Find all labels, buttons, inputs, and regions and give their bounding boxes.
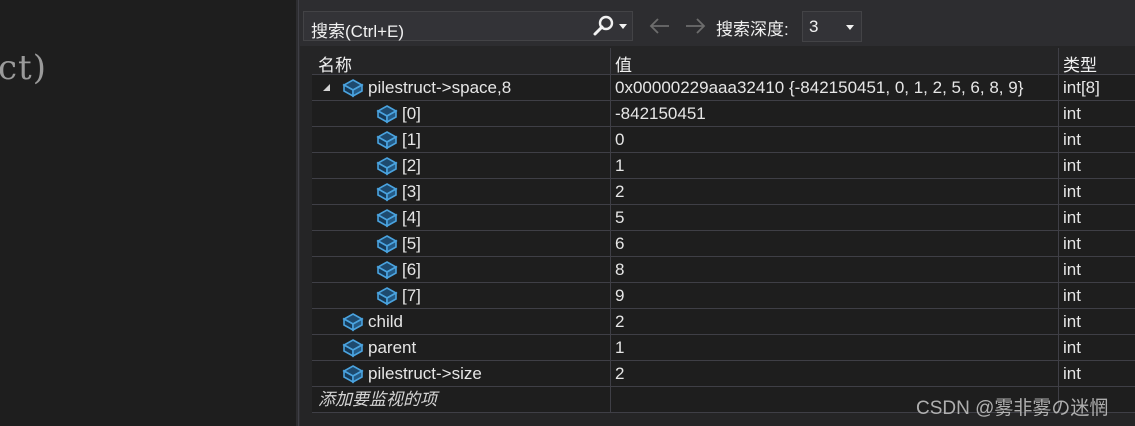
type-cell: int bbox=[1063, 234, 1081, 253]
variable-name: [2] bbox=[402, 156, 421, 175]
search-options-dropdown-icon[interactable] bbox=[618, 23, 628, 31]
grid-header: 名称 值 类型 bbox=[312, 48, 1135, 75]
watch-row[interactable]: [7] 9 int bbox=[312, 283, 1135, 309]
type-cell: int bbox=[1063, 104, 1081, 123]
value-cell[interactable]: 5 bbox=[615, 205, 1059, 230]
watch-row[interactable]: [1] 0 int bbox=[312, 127, 1135, 153]
value-cell[interactable]: 2 bbox=[615, 309, 1059, 334]
variable-icon bbox=[342, 338, 364, 358]
variable-name: [4] bbox=[402, 208, 421, 227]
value-cell[interactable]: 1 bbox=[615, 335, 1059, 360]
variable-name: [0] bbox=[402, 104, 421, 123]
type-cell: int bbox=[1063, 260, 1081, 279]
variable-name: [3] bbox=[402, 182, 421, 201]
name-cell: [0] bbox=[312, 101, 609, 126]
variable-icon bbox=[376, 208, 398, 228]
watch-row[interactable]: parent 1 int bbox=[312, 335, 1135, 361]
add-watch-placeholder[interactable]: 添加要监视的项 bbox=[318, 387, 437, 412]
name-cell: parent bbox=[312, 335, 609, 360]
variable-icon bbox=[342, 78, 364, 98]
watch-row[interactable]: child 2 int bbox=[312, 309, 1135, 335]
search-depth-select[interactable]: 3 bbox=[802, 11, 862, 42]
column-header-name[interactable]: 名称 bbox=[318, 51, 352, 76]
type-cell: int bbox=[1063, 338, 1081, 357]
search-depth-value: 3 bbox=[809, 17, 819, 36]
name-cell: pilestruct->size bbox=[312, 361, 609, 386]
variable-icon bbox=[376, 182, 398, 202]
watch-row[interactable]: pilestruct->space,8 0x00000229aaa32410 {-… bbox=[312, 75, 1135, 101]
name-cell: [4] bbox=[312, 205, 609, 230]
search-depth-label: 搜索深度: bbox=[716, 20, 789, 39]
name-cell: pilestruct->space,8 bbox=[312, 75, 609, 100]
watch-grid: 名称 值 类型 pilestruct->space,8 0x00000229aaa… bbox=[312, 48, 1135, 413]
variable-name: pilestruct->size bbox=[368, 364, 482, 383]
variable-icon bbox=[342, 364, 364, 384]
variable-icon bbox=[376, 104, 398, 124]
variable-name: [1] bbox=[402, 130, 421, 149]
type-cell: int bbox=[1063, 182, 1081, 201]
value-cell[interactable]: 6 bbox=[615, 231, 1059, 256]
search-box[interactable]: 搜索(Ctrl+E) bbox=[303, 11, 633, 41]
type-cell: int bbox=[1063, 130, 1081, 149]
value-cell[interactable]: 0 bbox=[615, 127, 1059, 152]
watch-row[interactable]: [2] 1 int bbox=[312, 153, 1135, 179]
type-cell: int bbox=[1063, 156, 1081, 175]
name-cell: [7] bbox=[312, 283, 609, 308]
value-cell[interactable]: 2 bbox=[615, 361, 1059, 386]
name-cell: [2] bbox=[312, 153, 609, 178]
variable-name: parent bbox=[368, 338, 417, 357]
watch-rows: pilestruct->space,8 0x00000229aaa32410 {-… bbox=[312, 75, 1135, 387]
variable-name: [7] bbox=[402, 286, 421, 305]
name-cell: [6] bbox=[312, 257, 609, 282]
arrow-right-icon[interactable] bbox=[683, 16, 707, 36]
value-cell[interactable]: 8 bbox=[615, 257, 1059, 282]
column-header-value[interactable]: 值 bbox=[615, 51, 632, 76]
watch-row[interactable]: [5] 6 int bbox=[312, 231, 1135, 257]
variable-name: [6] bbox=[402, 260, 421, 279]
name-cell: child bbox=[312, 309, 609, 334]
watermark: CSDN @雾非雾の迷惘 bbox=[916, 398, 1109, 419]
value-cell[interactable]: -842150451 bbox=[615, 101, 1059, 126]
variable-icon bbox=[376, 260, 398, 280]
watch-row[interactable]: [3] 2 int bbox=[312, 179, 1135, 205]
watch-row[interactable]: [4] 5 int bbox=[312, 205, 1135, 231]
search-icon[interactable] bbox=[592, 15, 616, 37]
variable-icon bbox=[376, 286, 398, 306]
watch-toolbar: 搜索(Ctrl+E) 搜索深度: 3 bbox=[300, 0, 1135, 46]
value-cell[interactable]: 2 bbox=[615, 179, 1059, 204]
type-cell: int bbox=[1063, 286, 1081, 305]
name-cell: [3] bbox=[312, 179, 609, 204]
code-fragment: ct) bbox=[0, 48, 47, 88]
watch-row[interactable]: [6] 8 int bbox=[312, 257, 1135, 283]
search-input[interactable]: 搜索(Ctrl+E) bbox=[311, 17, 404, 42]
collapse-triangle-icon[interactable] bbox=[322, 83, 331, 92]
variable-icon bbox=[376, 130, 398, 150]
variable-icon bbox=[376, 234, 398, 254]
variable-icon bbox=[342, 312, 364, 332]
name-cell: [1] bbox=[312, 127, 609, 152]
arrow-left-icon[interactable] bbox=[648, 16, 672, 36]
type-cell: int[8] bbox=[1063, 78, 1100, 97]
watch-row[interactable]: [0] -842150451 int bbox=[312, 101, 1135, 127]
value-cell[interactable]: 9 bbox=[615, 283, 1059, 308]
variable-name: pilestruct->space,8 bbox=[368, 78, 512, 97]
watch-panel: 搜索(Ctrl+E) 搜索深度: 3 名称 值 类型 pilestruct->s… bbox=[300, 0, 1135, 426]
type-cell: int bbox=[1063, 364, 1081, 383]
variable-name: [5] bbox=[402, 234, 421, 253]
type-cell: int bbox=[1063, 208, 1081, 227]
type-cell: int bbox=[1063, 312, 1081, 331]
watch-row[interactable]: pilestruct->size 2 int bbox=[312, 361, 1135, 387]
code-editor[interactable]: ct) bbox=[0, 0, 296, 426]
value-cell[interactable]: 0x00000229aaa32410 {-842150451, 0, 1, 2,… bbox=[615, 75, 1059, 100]
variable-icon bbox=[376, 156, 398, 176]
chevron-down-icon[interactable] bbox=[845, 24, 855, 32]
name-cell: [5] bbox=[312, 231, 609, 256]
column-header-type[interactable]: 类型 bbox=[1063, 51, 1097, 76]
variable-name: child bbox=[368, 312, 403, 331]
value-cell[interactable]: 1 bbox=[615, 153, 1059, 178]
